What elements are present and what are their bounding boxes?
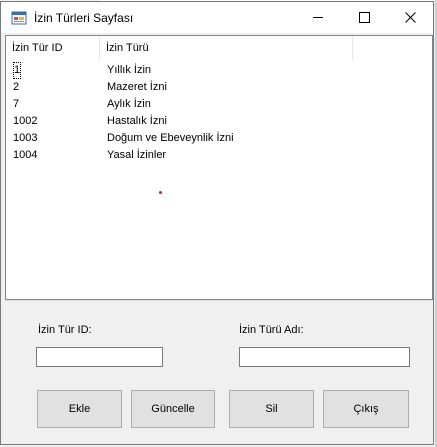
maximize-button[interactable] — [341, 2, 387, 33]
window-title: İzin Türleri Sayfası — [34, 11, 134, 25]
list-item-name: Doğum ve Ebeveynlik İzni — [107, 132, 234, 144]
izin-turleri-listview[interactable]: İzin Tür ID İzin Türü 1 Yıllık İzin 2 Ma… — [5, 35, 433, 300]
list-item-id: 1004 — [13, 149, 38, 161]
minimize-icon — [313, 17, 323, 18]
list-item-name: Hastalık İzni — [107, 115, 167, 127]
close-button[interactable] — [387, 2, 433, 33]
list-item[interactable]: 1 Yıllık İzin — [6, 62, 432, 79]
izin-turu-adi-input[interactable] — [239, 347, 410, 367]
list-item-name: Aylık İzin — [107, 98, 151, 110]
exit-button[interactable]: Çıkış — [323, 390, 409, 428]
list-item-id: 1003 — [13, 132, 38, 144]
list-item-id: 1002 — [13, 115, 38, 127]
close-icon — [404, 12, 416, 23]
izin-turu-adi-label: İzin Türü Adı: — [239, 324, 304, 336]
list-item[interactable]: 2 Mazeret İzni — [6, 79, 432, 96]
list-item-id: 2 — [13, 81, 20, 93]
red-dot-marker — [159, 191, 162, 194]
list-item[interactable]: 7 Aylık İzin — [6, 96, 432, 113]
column-header-id[interactable]: İzin Tür ID — [6, 36, 100, 60]
app-icon — [11, 11, 27, 25]
list-header: İzin Tür ID İzin Türü — [6, 36, 432, 60]
minimize-button[interactable] — [295, 2, 341, 33]
list-item-id: 1 — [13, 62, 22, 79]
add-button[interactable]: Ekle — [37, 390, 122, 428]
panel-divider — [5, 300, 433, 301]
izin-tur-id-input[interactable] — [36, 347, 163, 367]
title-bar[interactable]: İzin Türleri Sayfası — [1, 2, 433, 33]
izin-turleri-window: İzin Türleri Sayfası İzin Tür ID İzin Tü… — [0, 1, 434, 445]
maximize-icon — [358, 12, 370, 23]
list-item[interactable]: 1002 Hastalık İzni — [6, 113, 432, 130]
list-item-name: Mazeret İzni — [107, 81, 167, 93]
list-item[interactable]: 1003 Doğum ve Ebeveynlik İzni — [6, 130, 432, 147]
list-item[interactable]: 1004 Yasal İzinler — [6, 147, 432, 164]
izin-tur-id-label: İzin Tür ID: — [38, 324, 92, 336]
column-header-name[interactable]: İzin Türü — [100, 36, 353, 60]
delete-button[interactable]: Sil — [229, 390, 314, 428]
update-button[interactable]: Güncelle — [131, 390, 215, 428]
list-item-id: 7 — [13, 98, 20, 110]
list-rows: 1 Yıllık İzin 2 Mazeret İzni 7 Aylık İzi… — [6, 62, 432, 164]
list-item-name: Yıllık İzin — [107, 64, 152, 76]
list-item-name: Yasal İzinler — [107, 149, 167, 161]
